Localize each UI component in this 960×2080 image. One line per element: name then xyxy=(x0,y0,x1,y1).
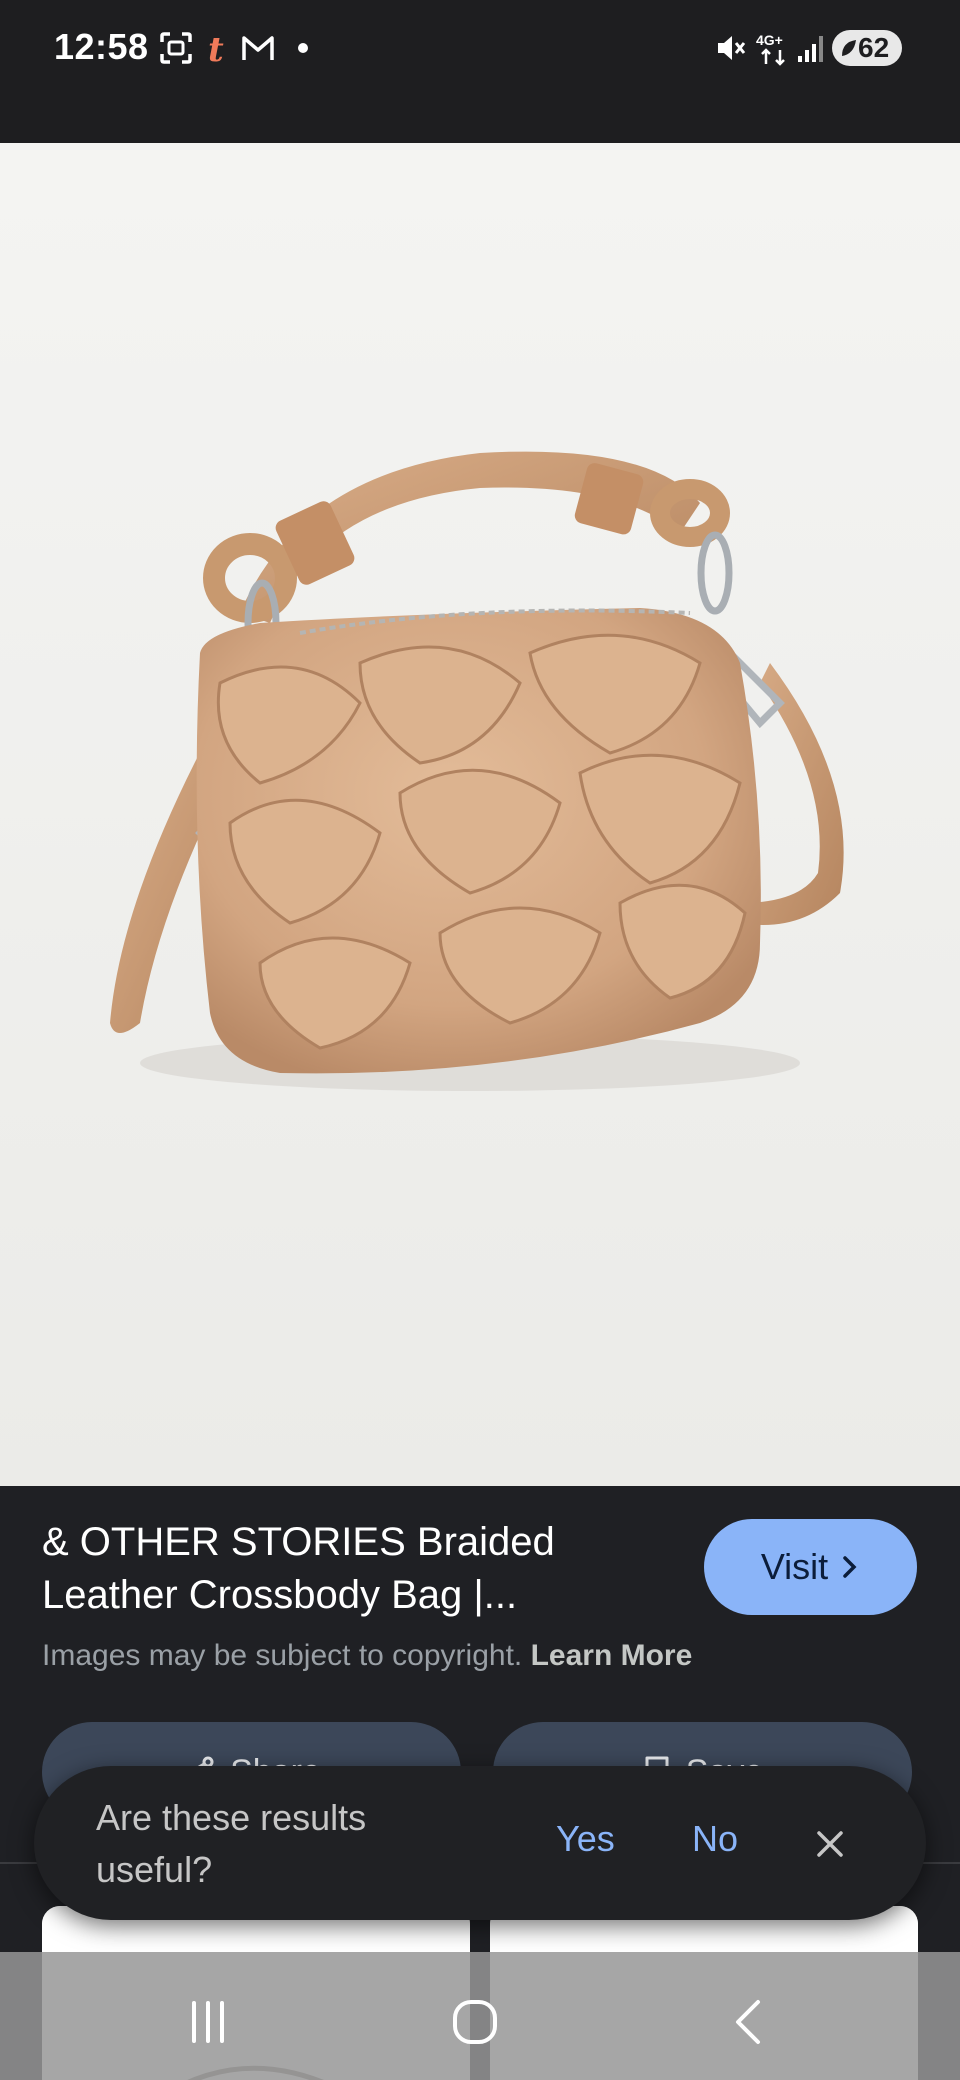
product-image[interactable] xyxy=(0,143,960,1486)
recents-button[interactable] xyxy=(178,1992,238,2052)
status-time: 12:58 xyxy=(54,26,149,67)
back-icon xyxy=(736,2000,760,2044)
copyright-text: Images may be subject to copyright. xyxy=(42,1639,523,1672)
learn-more-link[interactable]: Learn More xyxy=(531,1639,693,1672)
notification-dot-icon xyxy=(290,30,326,66)
close-feedback-button[interactable] xyxy=(802,1816,858,1872)
chevron-right-icon xyxy=(843,1556,857,1578)
copyright-notice: Images may be subject to copyright. Lear… xyxy=(42,1639,692,1673)
t-app-icon: t xyxy=(202,30,238,70)
signal-icon xyxy=(792,30,828,66)
screenshot-icon xyxy=(158,30,194,66)
feedback-snackbar: Are these results useful? Yes No xyxy=(34,1766,926,1920)
feedback-no-button[interactable]: No xyxy=(692,1818,738,1860)
network-label: 4G+ xyxy=(756,32,783,48)
status-bar: 12:58 t 4G+ 62 xyxy=(0,0,960,143)
back-button[interactable] xyxy=(718,1992,778,2052)
result-title[interactable]: & OTHER STORIES Braided Leather Crossbod… xyxy=(42,1516,662,1622)
battery-icon: 62 xyxy=(832,30,902,66)
battery-level: 62 xyxy=(858,32,890,63)
visit-label: Visit xyxy=(760,1546,829,1587)
bag-illustration xyxy=(0,143,960,1486)
feedback-question: Are these results useful? xyxy=(96,1797,367,1890)
4g-icon: 4G+ xyxy=(754,30,794,66)
home-button[interactable] xyxy=(445,1992,505,2052)
svg-text:t: t xyxy=(208,30,224,66)
visit-button[interactable]: Visit xyxy=(704,1519,917,1615)
mute-icon xyxy=(712,30,748,66)
feedback-yes-button[interactable]: Yes xyxy=(556,1818,615,1860)
recents-icon xyxy=(192,2001,224,2043)
gmail-icon xyxy=(240,30,276,66)
home-icon xyxy=(453,2000,497,2044)
system-navigation-bar xyxy=(0,1952,960,2080)
close-icon xyxy=(817,1831,843,1857)
